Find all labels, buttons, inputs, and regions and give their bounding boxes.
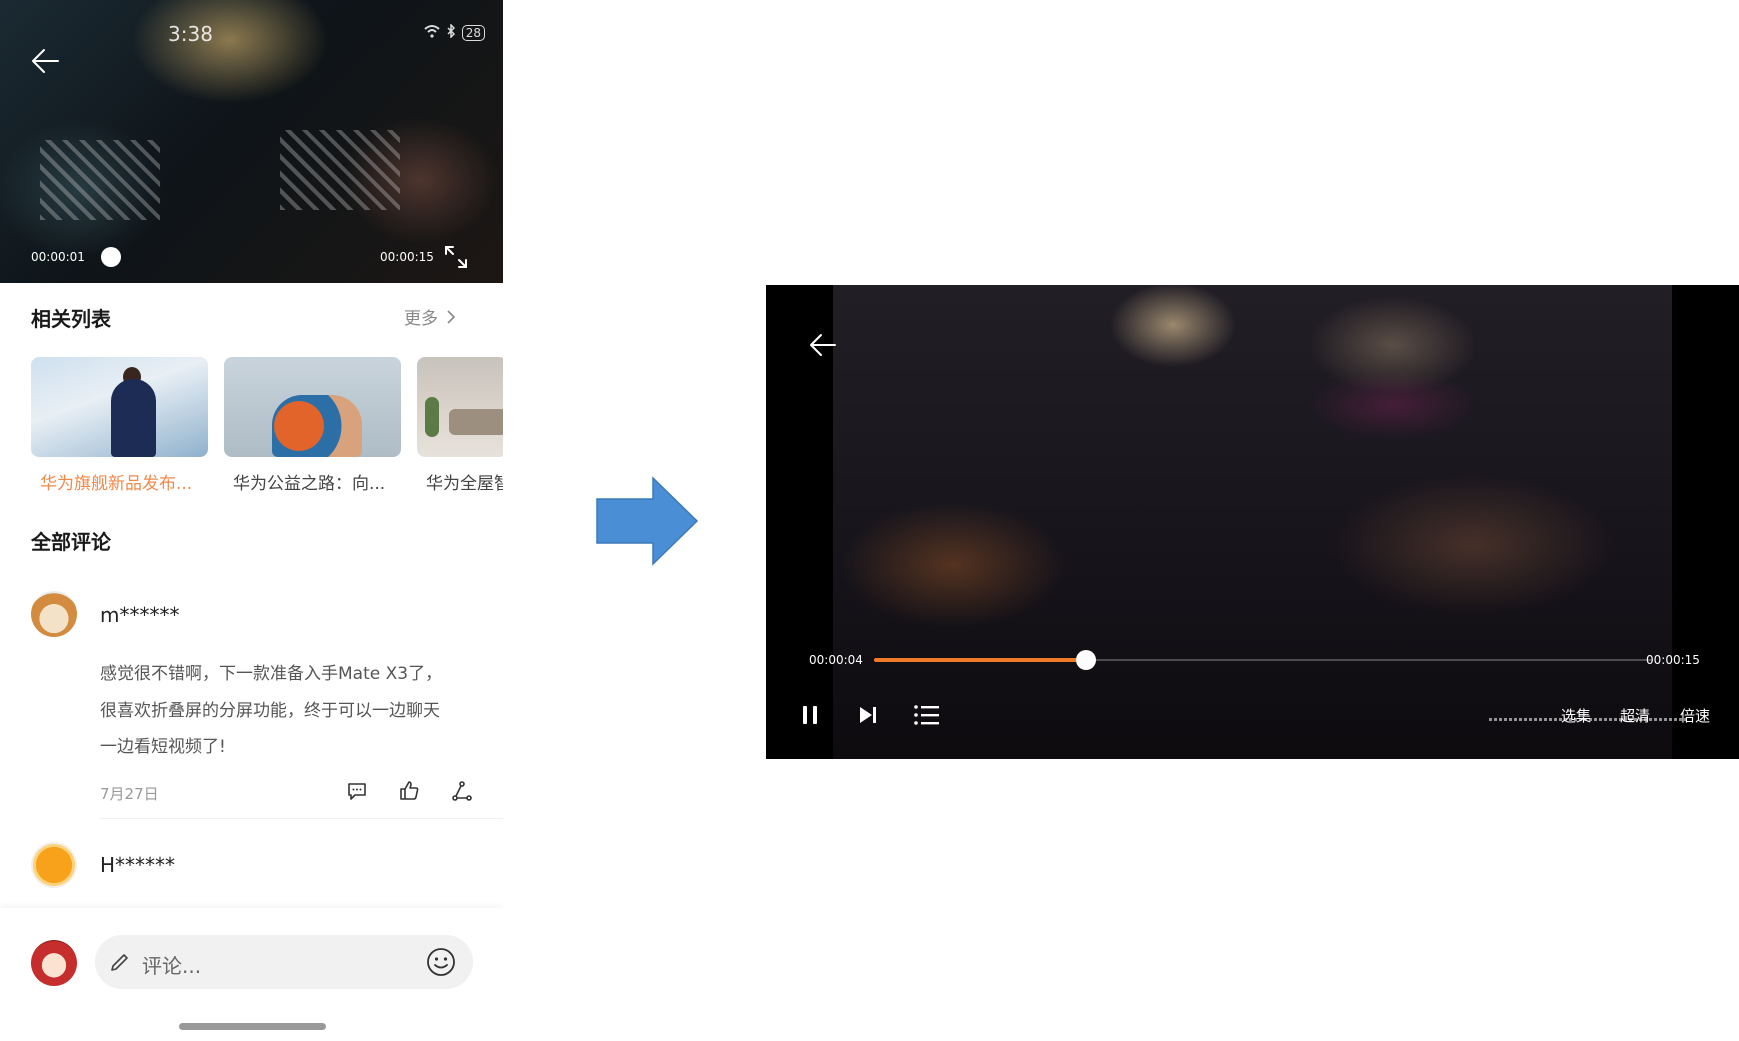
- related-item-label[interactable]: 华为公益之路：向...: [233, 469, 385, 494]
- chevron-right-icon: [447, 309, 456, 324]
- comment-username: H******: [100, 853, 176, 877]
- comment-placeholder: 评论...: [142, 954, 202, 978]
- pencil-icon: [111, 954, 128, 971]
- status-icons: 28: [424, 23, 485, 42]
- total-time: 00:00:15: [1646, 653, 1700, 667]
- comment-line: 很喜欢折叠屏的分屏功能，终于可以一边聊天: [100, 700, 440, 721]
- related-item-label[interactable]: 华为全屋智: [426, 469, 503, 494]
- next-icon[interactable]: [856, 703, 880, 727]
- comment-line: 感觉很不错啊，下一款准备入手Mate X3了，: [100, 664, 443, 684]
- related-thumbnail[interactable]: [224, 357, 401, 457]
- home-indicator: [179, 1023, 326, 1030]
- video-frame-detail: [40, 140, 160, 220]
- portrait-screen: 3:38 28 00:00:01 00:00:15 相关列表 更多 华为旗舰新品…: [0, 0, 503, 1041]
- related-list-title: 相关列表: [31, 307, 111, 331]
- status-time: 3:38: [168, 22, 213, 46]
- share-icon[interactable]: [451, 780, 473, 802]
- wifi-icon: [424, 24, 440, 42]
- total-time: 00:00:15: [380, 250, 434, 264]
- avatar[interactable]: [31, 842, 77, 888]
- landscape-player[interactable]: 00:00:04 00:00:15 选集 超清 倍速: [766, 285, 1739, 759]
- speed-button[interactable]: 倍速: [1680, 705, 1710, 726]
- seek-handle[interactable]: [101, 247, 121, 267]
- progress-bar[interactable]: [874, 650, 1653, 670]
- status-bar: 3:38 28: [0, 22, 503, 46]
- landscape-video-frame: [833, 285, 1672, 759]
- progress-fill: [874, 658, 1086, 662]
- back-arrow-icon[interactable]: [808, 331, 838, 359]
- pause-icon[interactable]: [799, 703, 821, 727]
- video-frame-detail: [280, 130, 400, 210]
- battery-indicator: 28: [461, 25, 485, 41]
- my-avatar[interactable]: [31, 940, 77, 986]
- portrait-video-player[interactable]: 3:38 28 00:00:01 00:00:15: [0, 0, 503, 283]
- avatar[interactable]: [31, 591, 77, 637]
- playlist-icon[interactable]: [913, 703, 941, 727]
- comment-body: 感觉很不错啊，下一款准备入手Mate X3了， 很喜欢折叠屏的分屏功能，终于可以…: [100, 656, 480, 766]
- comment-username: m******: [100, 603, 180, 627]
- more-link[interactable]: 更多: [404, 304, 456, 329]
- like-icon[interactable]: [398, 780, 420, 802]
- bluetooth-icon: [446, 23, 456, 42]
- current-time: 00:00:04: [809, 653, 863, 667]
- reply-icon[interactable]: [346, 780, 368, 802]
- transition-arrow-icon: [596, 476, 699, 566]
- current-time: 00:00:01: [31, 250, 85, 264]
- related-thumbnail[interactable]: [417, 357, 503, 457]
- more-label: 更多: [404, 309, 438, 329]
- back-arrow-icon[interactable]: [30, 46, 62, 76]
- fullscreen-icon[interactable]: [442, 243, 470, 271]
- comments-title: 全部评论: [31, 530, 111, 554]
- episodes-button[interactable]: 选集: [1561, 705, 1591, 726]
- related-thumbnail[interactable]: [31, 357, 208, 457]
- related-item-label[interactable]: 华为旗舰新品发布...: [40, 469, 192, 494]
- seek-handle[interactable]: [1075, 650, 1096, 670]
- emoji-icon[interactable]: [425, 946, 457, 978]
- quality-button[interactable]: 超清: [1620, 705, 1650, 726]
- comment-line: 一边看短视频了!: [100, 737, 226, 757]
- comment-date: 7月27日: [100, 785, 159, 803]
- comment-input[interactable]: 评论...: [95, 935, 473, 989]
- comment-divider: [100, 818, 503, 819]
